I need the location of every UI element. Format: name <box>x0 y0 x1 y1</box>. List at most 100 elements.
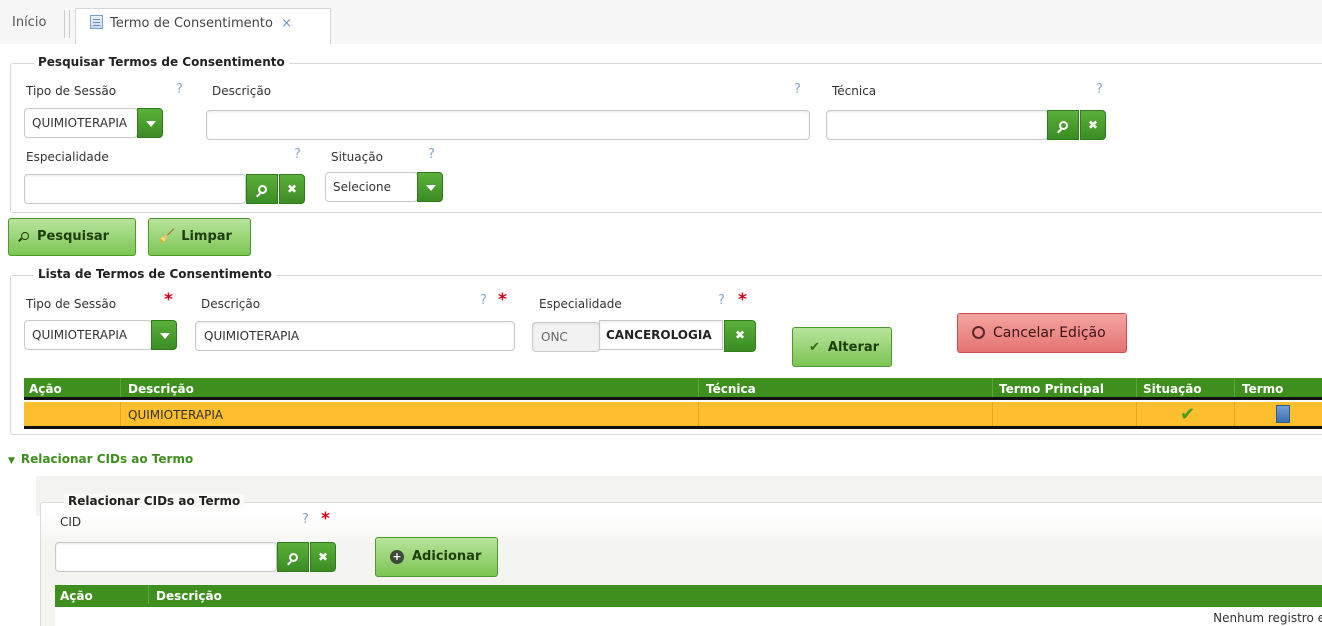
chevron-down-icon[interactable] <box>417 172 443 202</box>
help-icon[interactable]: ? <box>480 293 487 308</box>
cid-clear-button[interactable]: ✖ <box>310 542 336 572</box>
tecnica-input[interactable] <box>826 110 1048 140</box>
tipo-sessao-label: Tipo de Sessão <box>26 297 117 311</box>
document-icon[interactable] <box>1276 405 1290 423</box>
especialidade-clear-button[interactable]: ✖ <box>724 320 756 352</box>
close-icon: ✖ <box>317 550 329 564</box>
col-descricao[interactable]: Descrição <box>156 589 222 603</box>
pesquisar-label: Pesquisar <box>37 229 110 244</box>
cids-legend: Relacionar CIDs ao Termo <box>64 494 245 508</box>
grid-header: Ação Descrição Técnica Termo Principal S… <box>24 378 1322 400</box>
check-icon: ✔ <box>1180 404 1196 425</box>
tipo-sessao-select[interactable]: QUIMIOTERAPIA <box>24 320 152 350</box>
cid-search-button[interactable] <box>277 542 309 572</box>
required-marker: * <box>321 509 330 529</box>
help-icon[interactable]: ? <box>176 82 183 97</box>
alterar-button[interactable]: ✔ Alterar <box>792 327 892 367</box>
col-divider <box>698 378 699 397</box>
col-termo-principal[interactable]: Termo Principal <box>999 382 1104 396</box>
required-marker: * <box>164 290 173 310</box>
tab-bar: Início Termo de Consentimento × <box>0 0 1322 44</box>
help-icon[interactable]: ? <box>302 512 309 527</box>
relacionar-cids-toggle[interactable]: ▼ Relacionar CIDs ao Termo <box>8 452 193 466</box>
tipo-sessao-select[interactable]: QUIMIOTERAPIA <box>24 108 138 138</box>
close-icon: ✖ <box>1087 118 1099 132</box>
descricao-input[interactable]: QUIMIOTERAPIA <box>195 321 515 351</box>
search-icon <box>257 185 267 194</box>
adicionar-button[interactable]: + Adicionar <box>375 537 498 577</box>
chevron-down-icon[interactable] <box>151 320 177 350</box>
col-divider <box>1234 402 1235 426</box>
tab-home[interactable]: Início <box>12 8 46 38</box>
tecnica-label: Técnica <box>832 84 877 98</box>
tab-divider <box>69 10 70 38</box>
alterar-label: Alterar <box>827 340 880 355</box>
tipo-sessao-label: Tipo de Sessão <box>26 84 117 98</box>
col-divider <box>698 402 699 426</box>
col-situacao[interactable]: Situação <box>1143 382 1202 396</box>
situacao-label: Situação <box>331 150 383 164</box>
col-descricao[interactable]: Descrição <box>128 382 194 396</box>
empty-message: Nenhum registro e <box>1213 611 1322 625</box>
col-acao[interactable]: Ação <box>29 382 62 396</box>
especialidade-value: CANCEROLOGIA <box>599 320 723 350</box>
cancel-icon <box>972 326 985 339</box>
chevron-down-icon[interactable] <box>137 108 163 138</box>
close-icon[interactable]: × <box>281 16 292 31</box>
col-divider <box>1234 378 1235 397</box>
toggle-label: Relacionar CIDs ao Termo <box>20 452 194 466</box>
descricao-input[interactable] <box>206 110 810 140</box>
table-row[interactable]: QUIMIOTERAPIA ✔ <box>24 402 1322 429</box>
situacao-select[interactable]: Selecione <box>325 172 418 202</box>
list-legend: Lista de Termos de Consentimento <box>34 267 276 281</box>
col-tecnica[interactable]: Técnica <box>706 382 756 396</box>
tecnica-search-button[interactable] <box>1047 110 1079 140</box>
cid-input[interactable] <box>55 542 277 572</box>
especialidade-clear-button[interactable]: ✖ <box>279 174 305 204</box>
help-icon[interactable]: ? <box>294 147 301 162</box>
close-icon: ✖ <box>734 328 746 342</box>
especialidade-label: Especialidade <box>539 297 622 311</box>
tecnica-clear-button[interactable]: ✖ <box>1080 110 1106 140</box>
tab-divider <box>64 10 65 38</box>
col-divider <box>1136 378 1137 397</box>
cancelar-edicao-button[interactable]: Cancelar Edição <box>957 313 1127 353</box>
tab-label: Termo de Consentimento <box>110 16 273 31</box>
search-legend: Pesquisar Termos de Consentimento <box>34 55 289 69</box>
especialidade-search-button[interactable] <box>246 174 278 204</box>
search-icon <box>21 232 29 240</box>
limpar-label: Limpar <box>181 229 232 244</box>
cids-grid-body: Nenhum registro e <box>55 607 1322 626</box>
adicionar-label: Adicionar <box>412 549 482 564</box>
cid-label: CID <box>60 515 82 529</box>
descricao-label: Descrição <box>201 297 261 311</box>
especialidade-input[interactable] <box>24 174 246 204</box>
cids-grid-header: Ação Descrição <box>55 585 1322 607</box>
col-acao[interactable]: Ação <box>60 589 93 603</box>
triangle-down-icon: ▼ <box>8 456 15 466</box>
col-termo[interactable]: Termo <box>1242 382 1283 396</box>
required-marker: * <box>738 290 747 310</box>
pesquisar-button[interactable]: Pesquisar <box>8 218 136 256</box>
especialidade-code: ONC <box>532 322 600 352</box>
descricao-label: Descrição <box>212 84 272 98</box>
col-divider <box>148 585 149 604</box>
help-icon[interactable]: ? <box>428 147 435 162</box>
required-marker: * <box>498 290 507 310</box>
search-icon <box>288 553 298 562</box>
help-icon[interactable]: ? <box>1096 82 1103 97</box>
help-icon[interactable]: ? <box>794 82 801 97</box>
cancelar-label: Cancelar Edição <box>993 325 1106 341</box>
document-icon <box>90 15 103 29</box>
help-icon[interactable]: ? <box>718 293 725 308</box>
tab-termo-consentimento[interactable]: Termo de Consentimento × <box>75 8 331 44</box>
search-icon <box>1058 121 1068 130</box>
limpar-button[interactable]: 🧹 Limpar <box>148 218 251 256</box>
col-divider <box>1136 402 1137 426</box>
col-divider <box>120 378 121 397</box>
row-descricao: QUIMIOTERAPIA <box>128 408 224 422</box>
check-icon: ✔ <box>809 340 820 355</box>
plus-circle-icon: + <box>390 550 404 564</box>
close-icon: ✖ <box>286 182 298 196</box>
col-divider <box>992 378 993 397</box>
